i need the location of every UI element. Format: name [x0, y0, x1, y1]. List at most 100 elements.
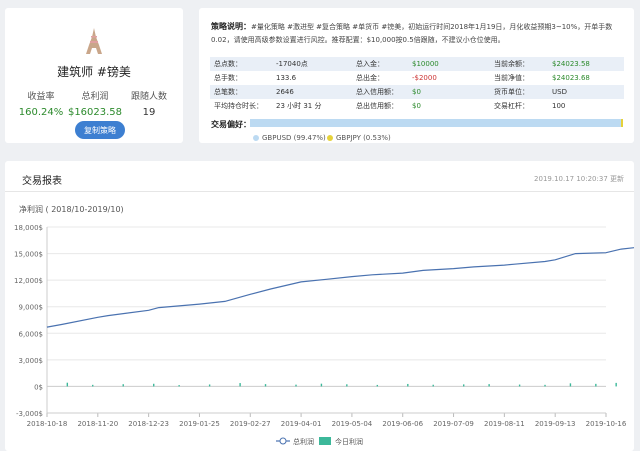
y-tick-label: 6,000$ — [19, 330, 44, 338]
stat-value: 133.6 — [276, 74, 297, 82]
x-tick-label: 2019-04-01 — [281, 420, 322, 428]
stat-label: 总入信用额： — [352, 85, 408, 99]
y-tick-label: 0$ — [34, 383, 43, 391]
trade-report-card: 交易报表 2019.10.17 10:20:37 更新 净利润 ( 2018/1… — [5, 161, 634, 451]
daily-profit-bar — [615, 382, 617, 387]
stats-row: 总手数： 133.6 总出金： -$2000 当前净值： $24023.68 — [210, 71, 624, 85]
stat-value: -17040点 — [272, 57, 352, 71]
daily-profit-bar — [153, 383, 155, 387]
daily-profit-bar — [488, 384, 490, 387]
daily-profit-bar — [295, 384, 297, 387]
daily-profit-bar — [208, 384, 211, 387]
strategy-description: 策略说明：#量化策略 #激进型 #复合策略 #单货币 #镑美，初始运行时间201… — [211, 20, 624, 47]
total-profit-stat: 总利润 $16023.58 — [67, 89, 123, 118]
legend-dot — [253, 135, 259, 141]
return-rate-stat: 收益率 160.24% — [13, 89, 69, 118]
stat-label: 平均持仓时长： — [214, 102, 263, 110]
daily-profit-bar — [92, 384, 94, 387]
stat-value: $10000 — [408, 57, 490, 71]
legend-daily-profit: 今日利润 — [335, 437, 363, 446]
daily-profit-bar — [66, 382, 69, 387]
daily-profit-bar — [178, 385, 180, 387]
daily-profit-bar — [346, 384, 348, 387]
stat-value: $16023.58 — [67, 107, 123, 118]
stat-value: 100 — [552, 102, 566, 110]
stats-row: 总笔数： 2646 总入信用额： $0 货币单位： USD — [210, 85, 624, 99]
legend-dot — [327, 135, 333, 141]
legend-total-profit: 总利润 — [293, 437, 314, 446]
legend-label: GBPUSD (99.47%) — [262, 134, 326, 142]
trade-preference-bar — [250, 119, 623, 127]
stat-value: 160.24% — [18, 107, 64, 118]
daily-profit-bar — [264, 384, 267, 387]
stat-label: 总出信用额： — [356, 102, 398, 110]
daily-profit-bar — [122, 384, 124, 387]
stat-label: 总点数： — [210, 57, 272, 71]
stat-value: 19 — [142, 107, 156, 118]
stat-value: $0 — [412, 102, 421, 110]
stats-row: 总点数： -17040点 总入金： $10000 当前余额： $24023.58 — [210, 57, 624, 71]
strategy-info-card: 策略说明：#量化策略 #激进型 #复合策略 #单货币 #镑美，初始运行时间201… — [199, 8, 634, 143]
stat-label: 当前净值： — [494, 74, 529, 82]
daily-profit-bar — [463, 384, 465, 387]
followers-stat: 跟随人数 19 — [121, 89, 177, 118]
stat-label: 当前余额： — [490, 57, 548, 71]
daily-profit-bar — [595, 383, 597, 387]
legend-label: GBPJPY (0.53%) — [336, 134, 391, 142]
stat-value: -$2000 — [412, 74, 437, 82]
account-stats-table: 总点数： -17040点 总入金： $10000 当前余额： $24023.58 总手数： 1… — [210, 57, 624, 113]
profile-card: 建筑师 #镑美 收益率 160.24% 总利润 $16023.58 跟随人数 1… — [5, 8, 183, 143]
stat-value: $24023.68 — [552, 74, 590, 82]
x-tick-label: 2018-10-18 — [27, 420, 68, 428]
x-tick-label: 2018-12-23 — [128, 420, 169, 428]
daily-profit-bar — [376, 384, 379, 387]
y-tick-label: 9,000$ — [19, 304, 44, 312]
x-tick-label: 2019-06-06 — [382, 420, 423, 428]
daily-profit-bar — [544, 384, 546, 387]
stat-label: 收益率 — [27, 92, 55, 102]
daily-profit-bar — [320, 383, 323, 387]
stat-label: 跟随人数 — [130, 92, 167, 102]
x-tick-label: 2019-02-27 — [230, 420, 271, 428]
stat-label: 总利润 — [81, 92, 109, 102]
description-text: #量化策略 #激进型 #复合策略 #单货币 #镑美，初始运行时间2018年1月1… — [211, 23, 613, 44]
daily-profit-bar — [518, 384, 521, 387]
x-tick-label: 2019-01-25 — [179, 420, 220, 428]
x-tick-label: 2019-07-09 — [433, 420, 474, 428]
legend-gbpusd: GBPUSD (99.47%) — [253, 134, 326, 142]
stat-label: 交易杠杆： — [494, 102, 529, 110]
trade-preference-label: 交易偏好： — [211, 120, 251, 129]
legend-gbpjpy: GBPJPY (0.53%) — [327, 134, 391, 142]
y-tick-label: -3,000$ — [16, 410, 43, 418]
y-tick-label: 12,000$ — [14, 277, 43, 285]
legend-bar-icon — [319, 437, 331, 445]
daily-profit-bar — [569, 383, 572, 387]
stat-label: 总笔数： — [210, 85, 272, 99]
net-profit-chart: -3,000$ 0$ 3,000$ 6,000$ 9,000$ 12,000$ 15,000… — [14, 224, 634, 446]
stat-value: $0 — [408, 85, 490, 99]
x-tick-label: 2019-08-11 — [484, 420, 525, 428]
trader-name: 建筑师 #镑美 — [57, 65, 131, 79]
copy-strategy-button[interactable]: 复制策略 — [75, 121, 125, 139]
description-title: 策略说明： — [211, 22, 251, 31]
x-tick-label: 2019-09-13 — [535, 420, 576, 428]
stat-label: 总出金： — [356, 74, 384, 82]
daily-profit-bar — [432, 384, 434, 387]
stat-value: 2646 — [272, 85, 352, 99]
x-tick-label: 2018-11-20 — [77, 420, 118, 428]
stat-value: $24023.58 — [548, 57, 624, 71]
stat-value: USD — [548, 85, 624, 99]
daily-profit-bar — [239, 383, 241, 387]
stat-label: 货币单位： — [490, 85, 548, 99]
y-tick-label: 15,000$ — [14, 251, 43, 259]
gbpjpy-segment — [621, 119, 623, 127]
stat-label: 总入金： — [352, 57, 408, 71]
daily-profit-bar — [407, 383, 409, 387]
eiffel-tower-icon — [86, 28, 102, 54]
total-profit-line — [46, 247, 634, 328]
y-tick-label: 18,000$ — [14, 224, 43, 232]
stat-label: 总手数： — [214, 74, 242, 82]
y-tick-label: 3,000$ — [19, 357, 44, 365]
stats-row: 平均持仓时长： 23 小时 31 分 总出信用额： $0 交易杠杆： 100 — [210, 99, 624, 113]
stat-value: 23 小时 31 分 — [276, 102, 322, 110]
